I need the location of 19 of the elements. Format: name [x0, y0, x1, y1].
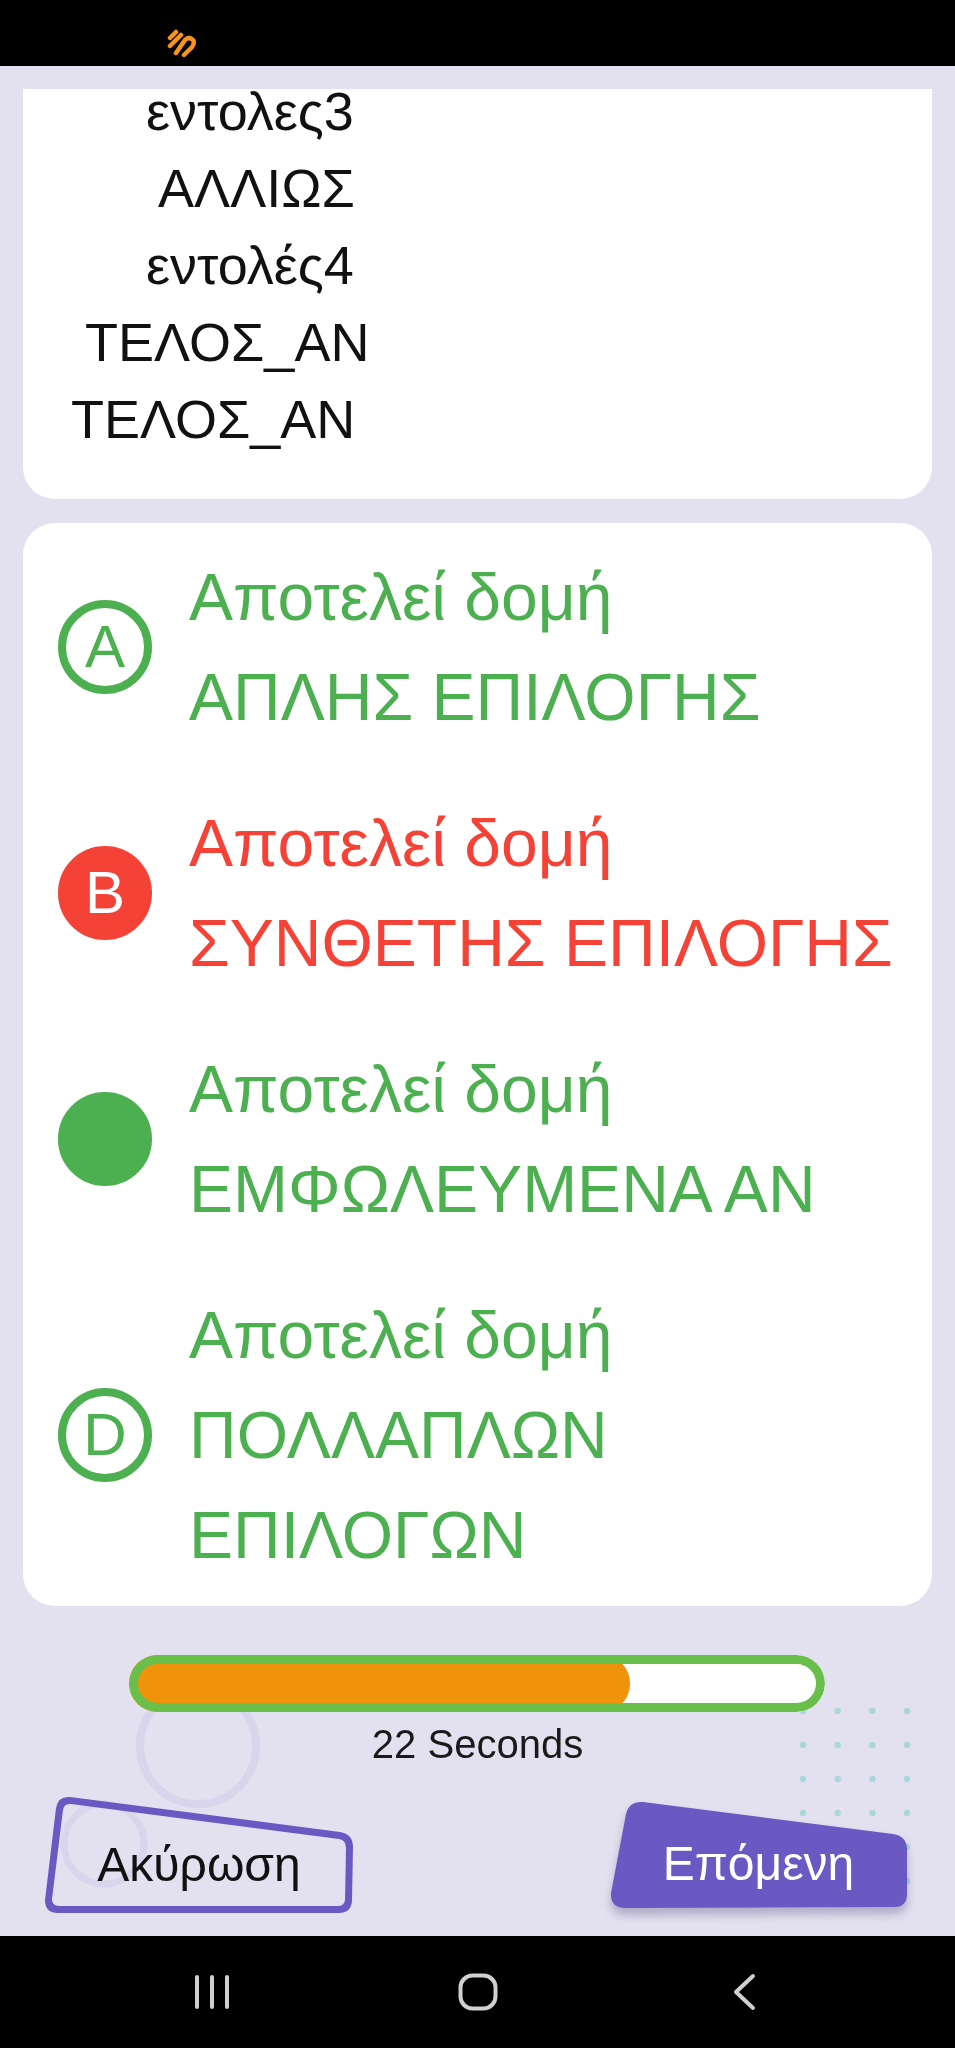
home-icon[interactable]: [457, 1973, 498, 2011]
back-icon[interactable]: [731, 1973, 756, 2011]
answer-text[interactable]: Αποτελεί δομή ΑΠΛΗΣ ΕΠΙΛΟΓΗΣ: [189, 547, 761, 747]
code-line: εντολες3: [146, 81, 354, 141]
answer-radio[interactable]: D: [58, 1388, 152, 1482]
cancel-button[interactable]: Ακύρωση: [44, 1796, 354, 1914]
answer-text[interactable]: Αποτελεί δομή ΣΥΝΘΕΤΗΣ ΕΠΙΛΟΓΗΣ: [189, 793, 893, 993]
app-logo-icon: [167, 29, 197, 57]
answer-radio[interactable]: A: [58, 600, 152, 694]
recent-apps-icon[interactable]: [193, 1974, 230, 2010]
code-line: ΤΕΛΟΣ_ΑΝ: [85, 312, 370, 372]
code-line: εντολές4: [146, 235, 354, 295]
answer-text[interactable]: Αποτελεί δομή ΠΟΛΛΑΠΛΩΝ ΕΠΙΛΟΓΩΝ: [189, 1285, 916, 1585]
answer-radio[interactable]: B: [58, 846, 152, 940]
answer-text[interactable]: Αποτελεί δομή ΕΜΦΩΛΕΥΜΕΝΑ ΑΝ: [189, 1039, 816, 1239]
code-line: ΤΕΛΟΣ_ΑΝ: [71, 389, 356, 449]
code-line: ΑΛΛΙΩΣ: [158, 158, 355, 218]
next-button[interactable]: Επόμενη: [609, 1801, 908, 1909]
seconds-label: 22 Seconds: [371, 1721, 584, 1768]
